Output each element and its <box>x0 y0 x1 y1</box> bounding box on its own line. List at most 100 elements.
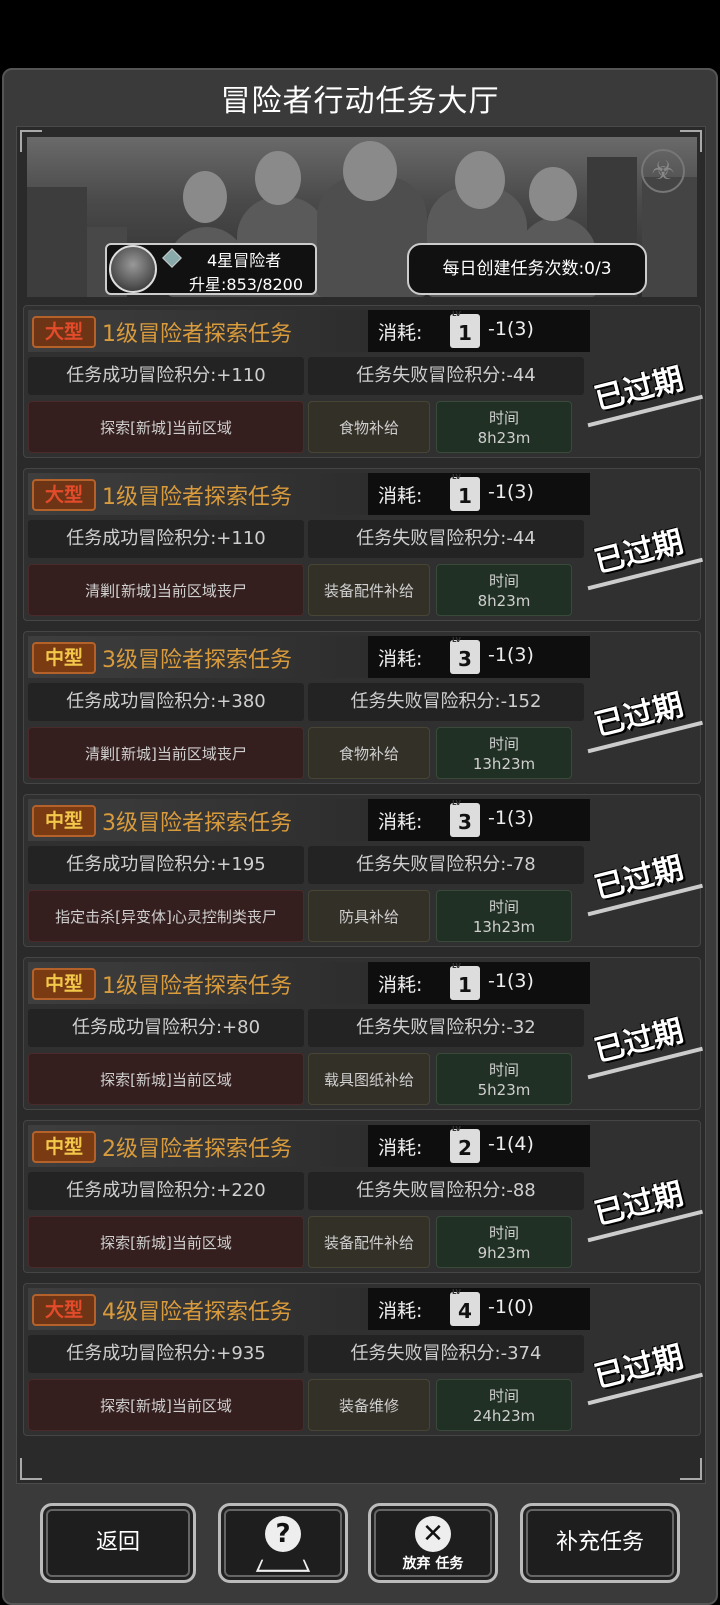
cost-value: -1(3) <box>488 318 534 340</box>
task-target: 探索[新城]当前区域 <box>28 1216 304 1268</box>
task-list-frame: ☣ 4星冒险者 升星:853/8200 每日创建任务次数:0/3 大型 1级冒险… <box>16 126 706 1484</box>
level-ticket-icon: 1 <box>450 467 480 511</box>
help-button[interactable]: ? <box>218 1503 348 1583</box>
abandon-task-label: 放弃 任务 <box>402 1556 464 1572</box>
task-target: 探索[新城]当前区域 <box>28 1379 304 1431</box>
expired-stamp: 已过期 <box>580 515 695 584</box>
back-button[interactable]: 返回 <box>40 1503 196 1583</box>
expired-stamp: 已过期 <box>580 1167 695 1236</box>
task-size-badge: 大型 <box>32 1294 96 1326</box>
task-name: 1级冒险者探索任务 <box>102 974 292 999</box>
task-time: 时间 13h23m <box>436 727 572 779</box>
time-value: 9h23m <box>477 1244 531 1262</box>
task-supply: 载具图纸补给 <box>308 1053 430 1105</box>
time-label: 时间 <box>488 898 519 916</box>
task-name: 4级冒险者探索任务 <box>102 1300 292 1325</box>
task-card[interactable]: 中型 1级冒险者探索任务 消耗: 1 -1(3) 任务成功冒险积分:+80 任务… <box>23 956 701 1110</box>
task-cost: 消耗: 1 -1(3) <box>368 956 590 1004</box>
time-label: 时间 <box>488 1061 519 1079</box>
expired-stamp: 已过期 <box>580 1004 695 1073</box>
success-points: 任务成功冒险积分:+380 <box>28 683 304 721</box>
time-value: 13h23m <box>472 755 536 773</box>
task-cost: 消耗: 1 -1(3) <box>368 304 590 352</box>
task-size-badge: 中型 <box>32 968 96 1000</box>
frame-corner <box>680 1458 702 1480</box>
cost-label: 消耗: <box>378 322 423 344</box>
task-cost: 消耗: 3 -1(3) <box>368 793 590 841</box>
map-base-icon <box>255 1559 311 1572</box>
time-value: 8h23m <box>477 429 531 447</box>
task-supply: 食物补给 <box>308 401 430 453</box>
task-hall-panel: 冒险者行动任务大厅 ☣ 4星冒险者 升星:853/8200 每日创建任务次数:0… <box>2 68 718 1605</box>
star-progress: 升星:853/8200 <box>189 275 304 294</box>
fail-points: 任务失败冒险积分:-374 <box>308 1335 584 1373</box>
task-card[interactable]: 大型 1级冒险者探索任务 消耗: 1 -1(3) 任务成功冒险积分:+110 任… <box>23 467 701 621</box>
task-card[interactable]: 中型 2级冒险者探索任务 消耗: 2 -1(4) 任务成功冒险积分:+220 任… <box>23 1119 701 1273</box>
level-ticket-icon: 3 <box>450 630 480 674</box>
time-value: 13h23m <box>472 918 536 936</box>
time-value: 8h23m <box>477 592 531 610</box>
time-label: 时间 <box>488 409 519 427</box>
task-size-badge: 大型 <box>32 316 96 348</box>
success-points: 任务成功冒险积分:+195 <box>28 846 304 884</box>
task-target: 指定击杀[异变体]心灵控制类丧尸 <box>28 890 304 942</box>
fail-points: 任务失败冒险积分:-44 <box>308 520 584 558</box>
fail-points: 任务失败冒险积分:-32 <box>308 1009 584 1047</box>
character-head <box>455 151 505 209</box>
fail-points: 任务失败冒险积分:-152 <box>308 683 584 721</box>
expired-stamp: 已过期 <box>580 841 695 910</box>
cost-label: 消耗: <box>378 485 423 507</box>
task-time: 时间 8h23m <box>436 401 572 453</box>
task-header: 中型 3级冒险者探索任务 <box>28 636 368 678</box>
expired-stamp: 已过期 <box>580 352 695 421</box>
task-header: 中型 3级冒险者探索任务 <box>28 799 368 841</box>
fail-points: 任务失败冒险积分:-78 <box>308 846 584 884</box>
task-cost: 消耗: 2 -1(4) <box>368 1119 590 1167</box>
task-card[interactable]: 中型 3级冒险者探索任务 消耗: 3 -1(3) 任务成功冒险积分:+195 任… <box>23 793 701 947</box>
task-size-badge: 中型 <box>32 642 96 674</box>
help-icon: ? <box>265 1516 301 1552</box>
cost-label: 消耗: <box>378 1300 423 1322</box>
task-header: 中型 2级冒险者探索任务 <box>28 1125 368 1167</box>
task-target: 探索[新城]当前区域 <box>28 1053 304 1105</box>
cost-value: -1(3) <box>488 481 534 503</box>
rank-label: 4星冒险者 <box>207 251 282 270</box>
avatar[interactable] <box>109 245 157 293</box>
cost-value: -1(3) <box>488 644 534 666</box>
task-header: 中型 1级冒险者探索任务 <box>28 962 368 1004</box>
time-label: 时间 <box>488 572 519 590</box>
character-head <box>183 171 227 223</box>
character-head <box>255 151 301 205</box>
time-label: 时间 <box>488 735 519 753</box>
time-label: 时间 <box>488 1224 519 1242</box>
level-ticket-icon: 3 <box>450 793 480 837</box>
task-cost: 消耗: 4 -1(0) <box>368 1282 590 1330</box>
cost-label: 消耗: <box>378 974 423 996</box>
task-time: 时间 13h23m <box>436 890 572 942</box>
abandon-task-button[interactable]: ✕ 放弃 任务 <box>368 1503 498 1583</box>
building-silhouette <box>27 187 87 297</box>
task-card[interactable]: 大型 4级冒险者探索任务 消耗: 4 -1(0) 任务成功冒险积分:+935 任… <box>23 1282 701 1436</box>
task-supply: 食物补给 <box>308 727 430 779</box>
task-supply: 防具补给 <box>308 890 430 942</box>
fail-points: 任务失败冒险积分:-44 <box>308 357 584 395</box>
daily-create-count: 每日创建任务次数:0/3 <box>407 243 647 295</box>
task-target: 清剿[新城]当前区域丧尸 <box>28 727 304 779</box>
task-time: 时间 9h23m <box>436 1216 572 1268</box>
character-head <box>343 141 397 201</box>
cost-label: 消耗: <box>378 648 423 670</box>
time-label: 时间 <box>488 1387 519 1405</box>
task-size-badge: 中型 <box>32 805 96 837</box>
refill-task-button[interactable]: 补充任务 <box>520 1503 680 1583</box>
cost-value: -1(3) <box>488 807 534 829</box>
gem-icon <box>162 248 182 268</box>
task-card[interactable]: 中型 3级冒险者探索任务 消耗: 3 -1(3) 任务成功冒险积分:+380 任… <box>23 630 701 784</box>
success-points: 任务成功冒险积分:+80 <box>28 1009 304 1047</box>
cost-label: 消耗: <box>378 811 423 833</box>
task-card[interactable]: 大型 1级冒险者探索任务 消耗: 1 -1(3) 任务成功冒险积分:+110 任… <box>23 304 701 458</box>
task-time: 时间 5h23m <box>436 1053 572 1105</box>
time-value: 24h23m <box>472 1407 536 1425</box>
task-time: 时间 24h23m <box>436 1379 572 1431</box>
level-ticket-icon: 1 <box>450 956 480 1000</box>
adventurer-rank-box[interactable]: 4星冒险者 升星:853/8200 <box>105 243 317 295</box>
